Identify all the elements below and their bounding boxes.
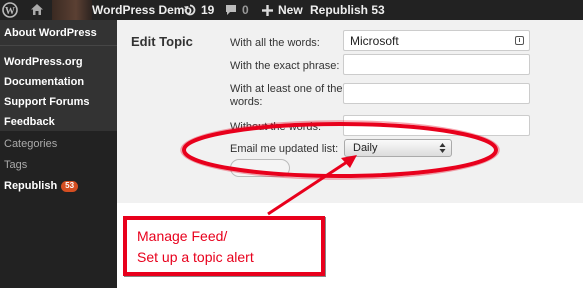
annotation-arrow-line (267, 158, 351, 216)
highlight-ellipse-shadow (180, 120, 500, 180)
annotation-line-1: Manage Feed/ (137, 228, 228, 244)
annotation-line-2: Set up a topic alert (137, 249, 254, 265)
annotation-callout: Manage Feed/ Set up a topic alert (123, 216, 325, 276)
